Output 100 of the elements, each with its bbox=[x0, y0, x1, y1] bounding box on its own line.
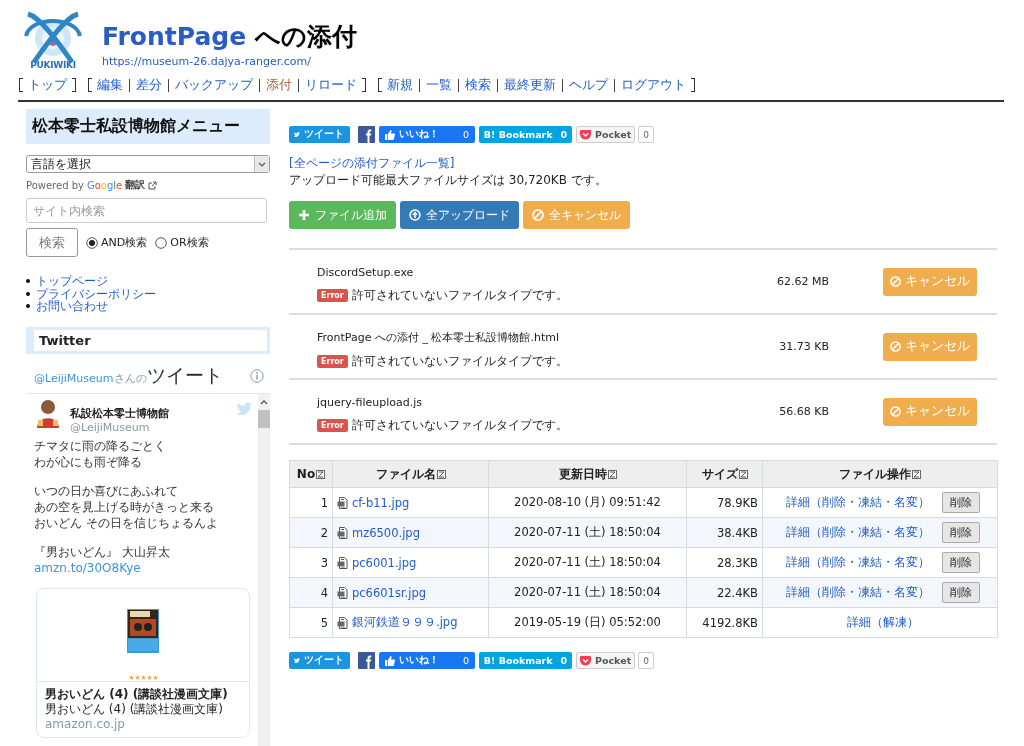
account-handle: @LeijiMuseum bbox=[70, 420, 151, 434]
error-badge: Error bbox=[317, 418, 348, 432]
delete-button[interactable]: 削除 bbox=[942, 582, 980, 603]
facebook-icon[interactable] bbox=[358, 126, 375, 143]
detail-link[interactable]: 詳細（解凍） bbox=[847, 615, 919, 630]
detail-link[interactable]: 詳細（削除・凍結・名変） bbox=[786, 555, 930, 570]
scrollbar[interactable] bbox=[258, 393, 270, 746]
error-message: 許可されていないファイルタイプです。 bbox=[351, 416, 568, 434]
menu-link[interactable]: トップページ bbox=[36, 275, 108, 288]
file-icon bbox=[337, 586, 349, 599]
file-icon bbox=[337, 526, 349, 539]
external-link-icon bbox=[148, 180, 158, 190]
nav-link[interactable]: 一覧 bbox=[426, 76, 452, 94]
table-cell: 2020-08-10 (月) 09:51:42 bbox=[488, 487, 687, 518]
menu-link[interactable]: プライバシーポリシー bbox=[36, 287, 156, 300]
twitter-heading: Twitter bbox=[34, 329, 267, 351]
timeline-handle[interactable]: @LeijiMuseum bbox=[34, 371, 114, 385]
card-domain: amazon.co.jp bbox=[45, 716, 126, 732]
delete-button[interactable]: 削除 bbox=[942, 492, 980, 513]
language-select[interactable]: 言語を選択 bbox=[26, 155, 270, 173]
table-cell: 4 bbox=[289, 577, 333, 608]
file-name: DiscordSetup.exe bbox=[317, 265, 415, 279]
pocket-button[interactable]: Pocket bbox=[576, 652, 636, 669]
radio-button[interactable] bbox=[86, 236, 98, 249]
tweet-link[interactable]: amzn.to/30O8Kye bbox=[34, 560, 141, 575]
nav-link[interactable]: ログアウト bbox=[621, 76, 686, 94]
scroll-thumb[interactable] bbox=[258, 409, 270, 428]
detail-link[interactable]: 詳細（削除・凍結・名変） bbox=[786, 585, 930, 600]
menu-title: 松本零士私設博物館メニュー bbox=[26, 109, 270, 144]
radio-label: AND検索 bbox=[101, 235, 148, 250]
bird-icon bbox=[294, 130, 300, 139]
menu-link[interactable]: お問い合わせ bbox=[36, 300, 108, 313]
search-button[interactable]: 検索 bbox=[26, 228, 78, 257]
tweet-text: いつの日か喜びにあふれて あの空を見上げる時がきっと来る おいどん その日を信じちょるんよ bbox=[34, 482, 219, 531]
attachments-list-link[interactable]: [全ページの添付ファイル一覧] bbox=[289, 155, 997, 172]
sort-icon bbox=[607, 469, 617, 479]
timeline-title: ツイート bbox=[146, 363, 223, 386]
translate-link[interactable]: 翻訳 bbox=[125, 178, 146, 192]
like-button[interactable]: いいね！ 0 bbox=[379, 652, 475, 669]
sort-icon bbox=[316, 470, 326, 479]
link-card[interactable]: 男おいどん (4) (講談社漫画文庫) 男おいどん (4) (講談社漫画文庫) amazon.co.jp bbox=[36, 587, 250, 738]
sort-icon bbox=[912, 469, 921, 479]
file-icon bbox=[337, 496, 349, 509]
pocket-button[interactable]: Pocket bbox=[576, 126, 636, 143]
column-header[interactable]: No bbox=[289, 460, 333, 488]
bird-icon bbox=[294, 656, 300, 665]
table-cell: 22.4KB bbox=[686, 577, 763, 608]
ban-icon bbox=[532, 209, 544, 221]
table-cell: 1 bbox=[289, 487, 333, 518]
radio-button[interactable] bbox=[155, 236, 168, 249]
table-cell: 4192.8KB bbox=[686, 607, 763, 638]
nav-link[interactable]: 最終更新 bbox=[504, 76, 556, 94]
thumbs-up-icon bbox=[385, 129, 395, 140]
column-header[interactable]: 更新日時 bbox=[488, 460, 687, 488]
table-cell: 2019-05-19 (日) 05:52:00 bbox=[488, 607, 687, 638]
detail-link[interactable]: 詳細（削除・凍結・名変） bbox=[786, 525, 930, 540]
table-cell: 2020-07-11 (土) 18:50:04 bbox=[488, 517, 687, 548]
nav-link[interactable]: ヘルプ bbox=[569, 76, 608, 94]
nav-link[interactable]: リロード bbox=[305, 76, 357, 94]
column-header[interactable]: サイズ bbox=[686, 460, 763, 488]
powered-by-text: Powered by bbox=[26, 179, 84, 191]
nav-link[interactable]: 編集 bbox=[97, 76, 123, 94]
radio-label: OR検索 bbox=[170, 235, 209, 250]
table-cell: 38.4KB bbox=[686, 517, 763, 548]
avatar-icon[interactable] bbox=[34, 397, 62, 428]
nav-link[interactable]: トップ bbox=[28, 76, 67, 94]
tweet-text: チマタに雨の降るごとく わが心にも雨ぞ降る bbox=[34, 437, 167, 470]
detail-link[interactable]: 詳細（削除・凍結・名変） bbox=[786, 495, 930, 510]
nav-link[interactable]: 新規 bbox=[387, 76, 413, 94]
upload-button[interactable]: 全アップロード bbox=[400, 201, 519, 229]
ban-icon bbox=[890, 406, 901, 417]
column-header[interactable]: ファイル名 bbox=[332, 460, 489, 488]
bullet-icon bbox=[26, 279, 30, 284]
site-url: https://museum-26.dajya-ranger.com/ bbox=[102, 55, 312, 68]
share-count: 0 bbox=[638, 126, 654, 143]
column-header[interactable]: ファイル操作 bbox=[762, 460, 998, 488]
nav-link[interactable]: 添付 bbox=[266, 76, 292, 94]
share-count: 0 bbox=[638, 652, 654, 669]
search-field[interactable]: サイト内検索 bbox=[26, 198, 267, 223]
table-cell: 2020-07-11 (土) 18:50:04 bbox=[488, 577, 687, 608]
nav-link[interactable]: 差分 bbox=[136, 76, 162, 94]
logo-text: PUKIWIKI bbox=[30, 60, 76, 70]
like-button[interactable]: いいね！ 0 bbox=[379, 126, 475, 143]
facebook-icon[interactable] bbox=[358, 652, 375, 669]
card-title: 男おいどん (4) (講談社漫画文庫) bbox=[45, 686, 229, 702]
nav-link[interactable]: バックアップ bbox=[175, 76, 253, 94]
delete-button[interactable]: 削除 bbox=[942, 552, 980, 573]
file-icon bbox=[337, 616, 349, 629]
error-message: 許可されていないファイルタイプです。 bbox=[351, 286, 568, 304]
file-size: 56.68 KB bbox=[778, 405, 829, 418]
caret-icon bbox=[254, 156, 269, 172]
card-subtitle: 男おいどん (4) (講談社漫画文庫) bbox=[45, 701, 224, 717]
account-name[interactable]: 私設松本零士博物館 bbox=[70, 405, 169, 421]
file-link[interactable]: cf-b11.jpg bbox=[352, 495, 410, 510]
delete-button[interactable]: 削除 bbox=[942, 522, 980, 543]
ban-icon bbox=[890, 276, 901, 287]
bullet-icon bbox=[26, 291, 30, 296]
sort-icon bbox=[738, 469, 748, 479]
table-cell: 2 bbox=[289, 517, 333, 548]
nav-link[interactable]: 検索 bbox=[465, 76, 491, 94]
